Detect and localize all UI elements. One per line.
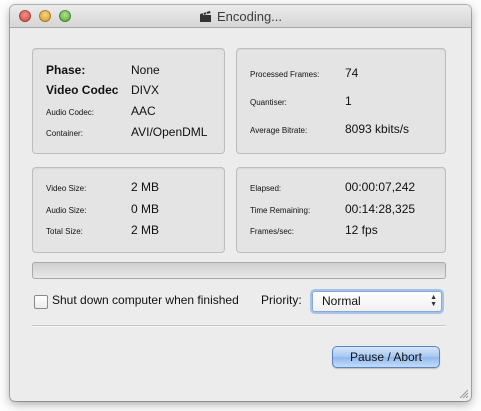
window-title-text: Encoding...	[216, 9, 283, 24]
total-size-label: Total Size:	[46, 227, 83, 236]
video-size-label: Video Size:	[46, 184, 87, 193]
priority-label: Priority:	[261, 293, 302, 307]
time-remaining-label: Time Remaining:	[250, 206, 311, 215]
container-value: AVI/OpenDML	[131, 125, 208, 139]
encoding-window: Encoding... Phase: None Video Codec DIVX…	[10, 5, 471, 401]
video-size-value: 2 MB	[131, 180, 160, 194]
frames-per-sec-value: 12 fps	[345, 223, 378, 237]
container-label: Container:	[46, 129, 83, 138]
phase-value: None	[131, 63, 160, 77]
quantiser-label: Quantiser:	[250, 98, 287, 107]
video-codec-label: Video Codec	[46, 83, 119, 97]
priority-select[interactable]: Normal ▲ ▼	[312, 291, 442, 312]
phase-label: Phase:	[46, 63, 86, 77]
size-panel: Video Size: 2 MB Audio Size: 0 MB Total …	[32, 167, 225, 253]
shutdown-label[interactable]: Shut down computer when finished	[52, 293, 239, 307]
elapsed-value: 00:00:07,242	[345, 180, 416, 194]
quantiser-value: 1	[345, 94, 352, 108]
audio-size-value: 0 MB	[131, 202, 160, 216]
elapsed-label: Elapsed:	[250, 184, 282, 193]
audio-size-label: Audio Size:	[46, 206, 87, 215]
window-title: Encoding...	[10, 9, 471, 26]
processed-frames-label: Processed Frames:	[250, 70, 320, 79]
average-bitrate-value: 8093 kbits/s	[345, 122, 410, 136]
time-panel: Elapsed: 00:00:07,242 Time Remaining: 00…	[236, 167, 446, 253]
clapperboard-icon	[199, 10, 212, 26]
audio-codec-value: AAC	[131, 104, 156, 118]
updown-arrows-icon: ▲ ▼	[430, 294, 437, 308]
encoding-progress-bar	[32, 262, 446, 279]
shutdown-checkbox[interactable]	[34, 295, 48, 309]
format-info-panel: Phase: None Video Codec DIVX Audio Codec…	[32, 48, 225, 154]
total-size-value: 2 MB	[131, 223, 160, 237]
title-bar[interactable]: Encoding...	[10, 5, 471, 28]
audio-codec-label: Audio Codec:	[46, 108, 95, 117]
encoding-stats-panel: Processed Frames: 74 Quantiser: 1 Averag…	[236, 48, 446, 154]
time-remaining-value: 00:14:28,325	[345, 202, 416, 216]
resize-grip-icon[interactable]	[458, 388, 468, 398]
processed-frames-value: 74	[345, 66, 359, 80]
priority-selected-value: Normal	[322, 294, 361, 308]
video-codec-value: DIVX	[131, 83, 160, 97]
frames-per-sec-label: Frames/sec:	[250, 227, 295, 236]
separator	[32, 325, 446, 327]
pause-abort-button[interactable]: Pause / Abort	[332, 346, 440, 368]
average-bitrate-label: Average Bitrate:	[250, 126, 308, 135]
